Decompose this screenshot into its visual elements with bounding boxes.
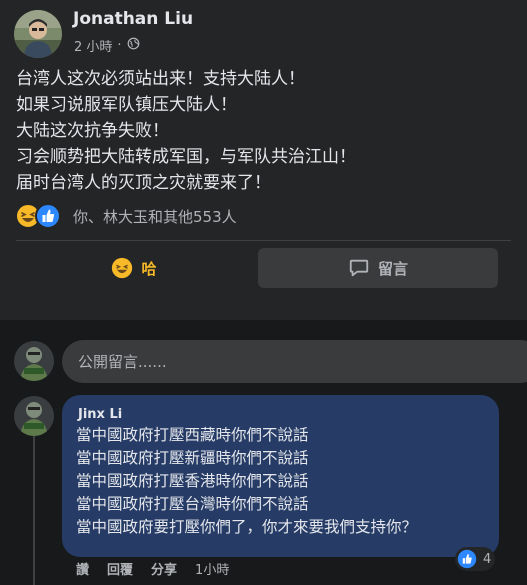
comment-label: 留言 (377, 259, 408, 278)
comment-text-line: 當中國政府打壓香港時你們不說話 (76, 472, 309, 490)
divider (16, 240, 511, 241)
comment-share-link[interactable]: 分享 (151, 559, 177, 578)
thread-line (33, 436, 35, 585)
author-name[interactable]: Jonathan Liu (73, 9, 193, 29)
separator-dot: · (117, 38, 122, 53)
reactions-summary[interactable]: 你、林大玉和其他553人 (15, 203, 237, 229)
comment-input[interactable]: 公開留言...... (62, 340, 527, 383)
comment-text-line: 當中國政府打壓台灣時你們不說話 (76, 495, 309, 513)
post-meta: 2 小時 · (74, 36, 140, 55)
comment-input-placeholder: 公開留言...... (78, 353, 167, 371)
comment-bubble: Jinx Li 當中國政府打壓西藏時你們不說話 當中國政府打壓新疆時你們不說話 … (62, 395, 499, 557)
comment-actions: 讚 回覆 分享 1小時 (76, 559, 229, 578)
commenter-avatar[interactable] (14, 396, 54, 436)
post-text: 台湾人这次必须站出来！支持大陆人！ 如果习说服军队镇压大陆人！ 大陆这次抗争失败… (16, 66, 356, 196)
haha-label: 哈 (141, 259, 157, 278)
current-user-avatar[interactable] (14, 341, 54, 381)
comment-text-line: 當中國政府打壓西藏時你們不說話 (76, 426, 309, 444)
comment-like-count: 4 (483, 551, 492, 567)
speech-bubble-icon (349, 259, 369, 277)
author-avatar[interactable] (14, 10, 62, 58)
post-card: Jonathan Liu 2 小時 · 台湾人这次必须站出来！支持大陆人！ 如果… (0, 0, 527, 320)
post-text-line: 届时台湾人的灭顶之灾就要来了！ (16, 173, 271, 193)
like-icon (35, 203, 61, 229)
globe-icon (127, 37, 140, 54)
post-text-line: 习会顺势把大陆转成军国，与军队共治江山！ (16, 147, 356, 167)
commenter-name[interactable]: Jinx Li (78, 407, 485, 422)
post-text-line: 大陆这次抗争失败！ (16, 121, 169, 141)
reaction-icons (15, 203, 63, 229)
haha-icon (112, 257, 133, 279)
comment-button[interactable]: 留言 (258, 248, 498, 288)
comment-like-badge[interactable]: 4 (455, 547, 496, 571)
haha-reaction-button[interactable]: 哈 (16, 248, 252, 288)
comment-time[interactable]: 1小時 (195, 559, 229, 578)
like-icon (457, 549, 477, 569)
post-time[interactable]: 2 小時 (74, 36, 112, 55)
comment-text-line: 當中國政府要打壓你們了，你才來要我們支持你？ (76, 518, 418, 536)
reactions-text: 你、林大玉和其他553人 (73, 207, 237, 226)
post-text-line: 台湾人这次必须站出来！支持大陆人！ (16, 69, 305, 89)
comment-reply-link[interactable]: 回覆 (107, 559, 133, 578)
post-text-line: 如果习说服军队镇压大陆人！ (16, 95, 237, 115)
comment-text-line: 當中國政府打壓新疆時你們不說話 (76, 449, 309, 467)
comment-like-link[interactable]: 讚 (76, 559, 89, 578)
